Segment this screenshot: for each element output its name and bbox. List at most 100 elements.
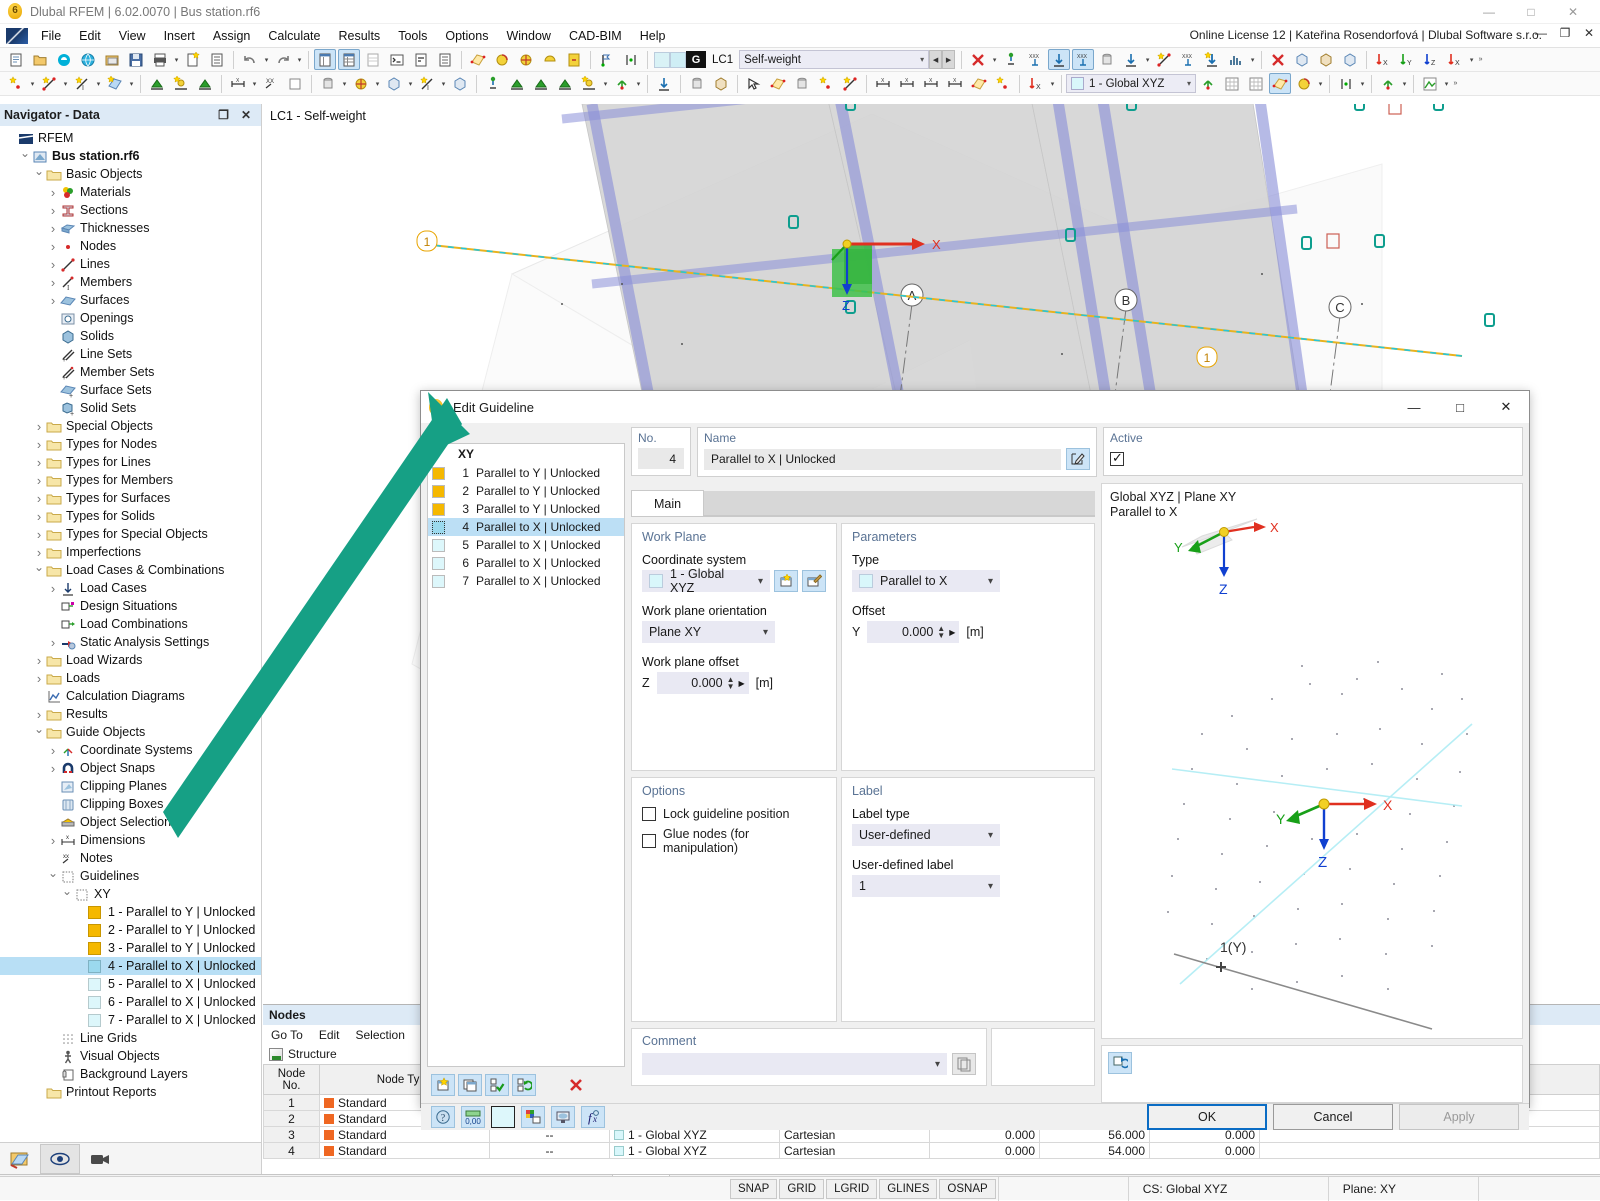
menu-item-tools[interactable]: Tools: [389, 26, 436, 46]
dropdown-arrow-icon[interactable]: ▾: [601, 73, 610, 94]
tree-item[interactable]: xxNotes: [0, 849, 261, 867]
surface-tool-icon[interactable]: [467, 49, 489, 70]
line-set-load-icon[interactable]: [1153, 49, 1175, 70]
table-grid-icon[interactable]: [338, 49, 360, 70]
dropdown-arrow-icon[interactable]: ▾: [172, 49, 181, 70]
snap-button-glines[interactable]: GLINES: [879, 1179, 937, 1199]
tree-item[interactable]: 3 - Parallel to Y | Unlocked: [0, 939, 261, 957]
dim-v-icon[interactable]: X: [896, 73, 918, 94]
maximize-icon[interactable]: □: [1510, 0, 1552, 24]
dialog-maximize-icon[interactable]: □: [1437, 391, 1483, 423]
display-properties-button[interactable]: [521, 1106, 545, 1128]
tree-closed-chevron-icon[interactable]: [32, 455, 46, 470]
tree-item[interactable]: Guidelines: [0, 867, 261, 885]
tree-item[interactable]: Design Situations: [0, 597, 261, 615]
tree-item[interactable]: Load Combinations: [0, 615, 261, 633]
guideline-list-item[interactable]: 6Parallel to X | Unlocked: [428, 554, 624, 572]
tree-open-chevron-icon[interactable]: [18, 149, 32, 163]
select-tool-icon[interactable]: [743, 73, 765, 94]
grid-toggle-icon[interactable]: [1221, 73, 1243, 94]
axis-neg-x-icon[interactable]: X: [1444, 49, 1466, 70]
snap-button-lgrid[interactable]: LGRID: [826, 1179, 877, 1199]
tree-closed-chevron-icon[interactable]: [46, 635, 60, 650]
snap-button-snap[interactable]: SNAP: [730, 1179, 777, 1199]
tree-item[interactable]: 2 - Parallel to Y | Unlocked: [0, 921, 261, 939]
guideline-preview[interactable]: Global XYZ | Plane XY Parallel to X X: [1101, 483, 1523, 1039]
menu-item-insert[interactable]: Insert: [155, 26, 204, 46]
dropdown-arrow-icon[interactable]: ▾: [1467, 49, 1476, 70]
cylinder-tool-icon[interactable]: [686, 73, 708, 94]
tree-item[interactable]: 6 - Parallel to X | Unlocked: [0, 993, 261, 1011]
tree-item[interactable]: +Solid Sets: [0, 399, 261, 417]
plane-rotate-icon[interactable]: [1293, 73, 1315, 94]
tree-item[interactable]: +Line Sets: [0, 345, 261, 363]
view-cube-icon[interactable]: [1377, 73, 1399, 94]
cloud-icon[interactable]: [53, 49, 75, 70]
tree-item[interactable]: IMembers: [0, 273, 261, 291]
tree-closed-chevron-icon[interactable]: [32, 437, 46, 452]
tree-item[interactable]: Load Cases: [0, 579, 261, 597]
menu-item-help[interactable]: Help: [631, 26, 675, 46]
tree-item[interactable]: Surfaces: [0, 291, 261, 309]
doc-minimize-icon[interactable]: —: [1534, 26, 1548, 40]
apply-load-icon[interactable]: [653, 73, 675, 94]
line-sel-icon[interactable]: [839, 73, 861, 94]
tree-item[interactable]: 1 - Parallel to Y | Unlocked: [0, 903, 261, 921]
tree-item[interactable]: 5 - Parallel to X | Unlocked: [0, 975, 261, 993]
tree-item[interactable]: Types for Lines: [0, 453, 261, 471]
tree-closed-chevron-icon[interactable]: [32, 509, 46, 524]
cell-x[interactable]: 0.000: [930, 1143, 1040, 1159]
delete-guideline-button[interactable]: [564, 1074, 588, 1096]
tree-item[interactable]: Openings: [0, 309, 261, 327]
tree-open-chevron-icon[interactable]: [32, 563, 46, 577]
load-case-selector[interactable]: GLC1Self-weight▾◀▶: [654, 50, 955, 69]
dropdown-arrow-icon[interactable]: ▾: [61, 73, 70, 94]
glue-nodes-row[interactable]: Glue nodes (for manipulation): [642, 827, 826, 855]
new-line-icon[interactable]: [38, 73, 60, 94]
comment-input[interactable]: ▾: [642, 1053, 947, 1075]
doc-restore-icon[interactable]: ❐: [1558, 26, 1572, 40]
save-icon[interactable]: [125, 49, 147, 70]
menu-item-options[interactable]: Options: [436, 26, 497, 46]
tree-closed-chevron-icon[interactable]: [32, 527, 46, 542]
tree-item[interactable]: Special Objects: [0, 417, 261, 435]
node-sel-icon[interactable]: [815, 73, 837, 94]
undo-icon[interactable]: [239, 49, 261, 70]
apply-button[interactable]: Apply: [1399, 1104, 1519, 1130]
expand-icon[interactable]: ▶: [949, 628, 955, 637]
member-load-icon[interactable]: [1048, 49, 1070, 70]
axis-x-icon[interactable]: X: [1372, 49, 1394, 70]
expand-icon[interactable]: ▶: [738, 679, 744, 688]
tab-main[interactable]: Main: [631, 490, 704, 516]
lock-guideline-row[interactable]: Lock guideline position: [642, 807, 826, 821]
dropdown-arrow-icon[interactable]: ▾: [340, 73, 349, 94]
new-node-icon[interactable]: [5, 73, 27, 94]
navigator-tab-display[interactable]: [40, 1144, 80, 1174]
free-load-icon[interactable]: [1120, 49, 1142, 70]
tree-item[interactable]: +Surface Sets: [0, 381, 261, 399]
edit-coordinate-system-button[interactable]: [802, 570, 826, 592]
dropdown-arrow-icon[interactable]: ▾: [1358, 73, 1367, 94]
show-wire-icon[interactable]: [1339, 49, 1361, 70]
active-checkbox[interactable]: [1110, 452, 1124, 466]
line-load-icon[interactable]: XXX: [1024, 49, 1046, 70]
solid-load-icon[interactable]: [1096, 49, 1118, 70]
lc-next-button[interactable]: ▶: [942, 50, 955, 69]
guideline-list-item[interactable]: 2Parallel to Y | Unlocked: [428, 482, 624, 500]
dropdown-arrow-icon[interactable]: ▾: [1048, 73, 1057, 94]
delete-load-case-icon[interactable]: [967, 49, 989, 70]
tree-closed-chevron-icon[interactable]: [46, 761, 60, 776]
dim-a-icon[interactable]: X: [944, 73, 966, 94]
guideline-list-item[interactable]: 1Parallel to Y | Unlocked: [428, 464, 624, 482]
new-model-icon[interactable]: [5, 49, 27, 70]
web-icon[interactable]: [77, 49, 99, 70]
new-guideline-button[interactable]: [431, 1074, 455, 1096]
tree-item[interactable]: Types for Nodes: [0, 435, 261, 453]
member-support-icon[interactable]: [194, 73, 216, 94]
load-wizard-icon[interactable]: [1201, 49, 1223, 70]
tree-closed-chevron-icon[interactable]: [46, 833, 60, 848]
dim-n-icon[interactable]: [992, 73, 1014, 94]
guideline-list-item[interactable]: 4Parallel to X | Unlocked: [428, 518, 624, 536]
rotate-view-icon[interactable]: [491, 49, 513, 70]
dropdown-arrow-icon[interactable]: ▾: [1248, 49, 1257, 70]
